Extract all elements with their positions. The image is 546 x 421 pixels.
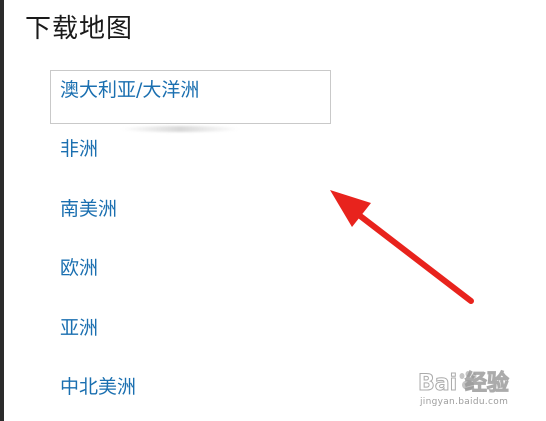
selection-shadow — [120, 126, 240, 132]
watermark-site: jingyan.baidu.com — [420, 397, 509, 407]
region-item-africa[interactable]: 非洲 — [60, 135, 98, 163]
region-item-north-central-america[interactable]: 中北美洲 — [60, 373, 136, 401]
window-left-edge — [0, 0, 4, 421]
watermark: Bai 经验 jingyan.baidu.com — [418, 366, 538, 412]
baidu-paw-icon: Bai 经验 — [418, 370, 509, 397]
region-item-asia[interactable]: 亚洲 — [60, 314, 98, 342]
region-item-australia-oceania[interactable]: 澳大利亚/大洋洲 — [50, 70, 331, 124]
page-title: 下载地图 — [25, 14, 134, 44]
region-item-south-america[interactable]: 南美洲 — [60, 195, 117, 223]
region-item-europe[interactable]: 欧洲 — [60, 254, 98, 282]
